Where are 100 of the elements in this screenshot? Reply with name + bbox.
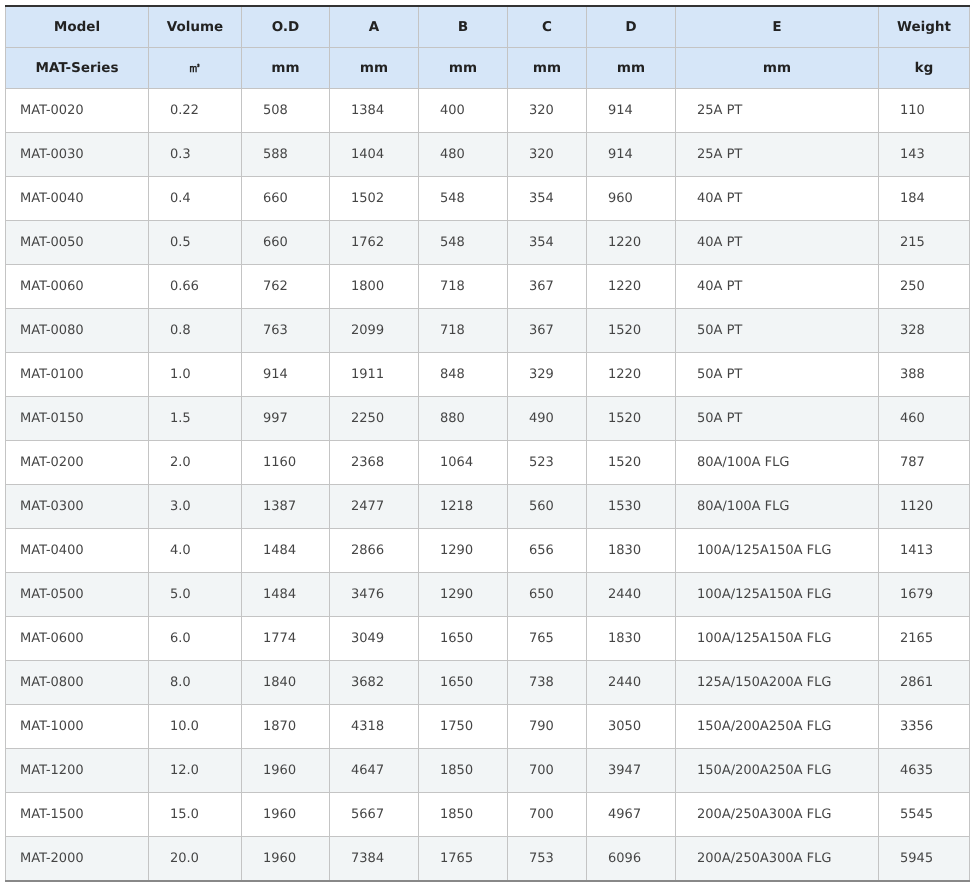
table-cell: 700	[508, 792, 586, 836]
table-cell: 150A/200A250A FLG	[676, 748, 878, 792]
unit-header: mm	[242, 48, 330, 88]
table-cell: 1220	[586, 220, 676, 264]
table-cell: 2861	[878, 660, 970, 704]
table-cell: 1911	[330, 352, 418, 396]
unit-header: MAT-Series	[6, 48, 148, 88]
table-cell: 1484	[242, 572, 330, 616]
column-header: A	[330, 6, 418, 48]
table-cell: 914	[586, 132, 676, 176]
table-cell: 3682	[330, 660, 418, 704]
table-cell: 700	[508, 748, 586, 792]
table-cell: 3.0	[148, 484, 242, 528]
table-cell: 588	[242, 132, 330, 176]
table-cell: 1530	[586, 484, 676, 528]
table-cell: 548	[418, 220, 508, 264]
table-cell: 2250	[330, 396, 418, 440]
table-cell: 1830	[586, 528, 676, 572]
column-header: C	[508, 6, 586, 48]
table-cell: 1960	[242, 792, 330, 836]
table-cell: 0.22	[148, 88, 242, 132]
table-cell: 0.66	[148, 264, 242, 308]
table-cell: 10.0	[148, 704, 242, 748]
table-cell: MAT-0050	[6, 220, 148, 264]
table-cell: 2368	[330, 440, 418, 484]
table-cell: 762	[242, 264, 330, 308]
table-cell: 1800	[330, 264, 418, 308]
table-cell: 0.4	[148, 176, 242, 220]
table-cell: 1960	[242, 748, 330, 792]
table-cell: 4635	[878, 748, 970, 792]
table-cell: 367	[508, 308, 586, 352]
column-header: Weight	[878, 6, 970, 48]
table-cell: 490	[508, 396, 586, 440]
table-cell: 753	[508, 836, 586, 881]
table-cell: 40A PT	[676, 176, 878, 220]
table-cell: 718	[418, 264, 508, 308]
table-cell: 1520	[586, 396, 676, 440]
table-cell: 1120	[878, 484, 970, 528]
table-cell: 1850	[418, 792, 508, 836]
table-cell: 125A/150A200A FLG	[676, 660, 878, 704]
table-cell: MAT-0300	[6, 484, 148, 528]
unit-header: mm	[418, 48, 508, 88]
table-cell: 388	[878, 352, 970, 396]
table-cell: 650	[508, 572, 586, 616]
table-cell: 110	[878, 88, 970, 132]
table-cell: 1870	[242, 704, 330, 748]
table-cell: 914	[242, 352, 330, 396]
unit-header: mm	[508, 48, 586, 88]
table-cell: 790	[508, 704, 586, 748]
table-cell: 523	[508, 440, 586, 484]
table-cell: 997	[242, 396, 330, 440]
table-cell: 0.5	[148, 220, 242, 264]
table-cell: 40A PT	[676, 264, 878, 308]
table-cell: 50A PT	[676, 308, 878, 352]
table-cell: 1679	[878, 572, 970, 616]
table-cell: 150A/200A250A FLG	[676, 704, 878, 748]
table-cell: MAT-0030	[6, 132, 148, 176]
table-cell: MAT-0040	[6, 176, 148, 220]
table-cell: 1160	[242, 440, 330, 484]
table-cell: MAT-0060	[6, 264, 148, 308]
table-cell: 1830	[586, 616, 676, 660]
table-cell: 12.0	[148, 748, 242, 792]
column-header: O.D	[242, 6, 330, 48]
table-cell: 548	[418, 176, 508, 220]
unit-header: mm	[330, 48, 418, 88]
table-cell: 1850	[418, 748, 508, 792]
table-cell: 1840	[242, 660, 330, 704]
unit-header: ㎥	[148, 48, 242, 88]
table-cell: 184	[878, 176, 970, 220]
table-cell: 100A/125A150A FLG	[676, 616, 878, 660]
table-cell: 5.0	[148, 572, 242, 616]
table-cell: 6096	[586, 836, 676, 881]
table-cell: MAT-0020	[6, 88, 148, 132]
table-cell: 320	[508, 88, 586, 132]
table-cell: 660	[242, 220, 330, 264]
table-cell: 25A PT	[676, 132, 878, 176]
table-cell: MAT-0500	[6, 572, 148, 616]
table-cell: MAT-1000	[6, 704, 148, 748]
table-cell: 0.8	[148, 308, 242, 352]
table-cell: 5945	[878, 836, 970, 881]
table-cell: 1650	[418, 660, 508, 704]
table-cell: 1762	[330, 220, 418, 264]
table-cell: 2099	[330, 308, 418, 352]
table-cell: 1774	[242, 616, 330, 660]
table-cell: 1960	[242, 836, 330, 881]
table-cell: 1.0	[148, 352, 242, 396]
table-cell: 1404	[330, 132, 418, 176]
table-cell: 1290	[418, 528, 508, 572]
table-cell: 787	[878, 440, 970, 484]
table-cell: MAT-1500	[6, 792, 148, 836]
unit-header: mm	[676, 48, 878, 88]
table-cell: 1384	[330, 88, 418, 132]
table-cell: 3476	[330, 572, 418, 616]
table-cell: 50A PT	[676, 396, 878, 440]
table-cell: 1218	[418, 484, 508, 528]
table-cell: 1502	[330, 176, 418, 220]
table-cell: 80A/100A FLG	[676, 484, 878, 528]
table-cell: 1290	[418, 572, 508, 616]
column-header: Volume	[148, 6, 242, 48]
table-cell: 4.0	[148, 528, 242, 572]
